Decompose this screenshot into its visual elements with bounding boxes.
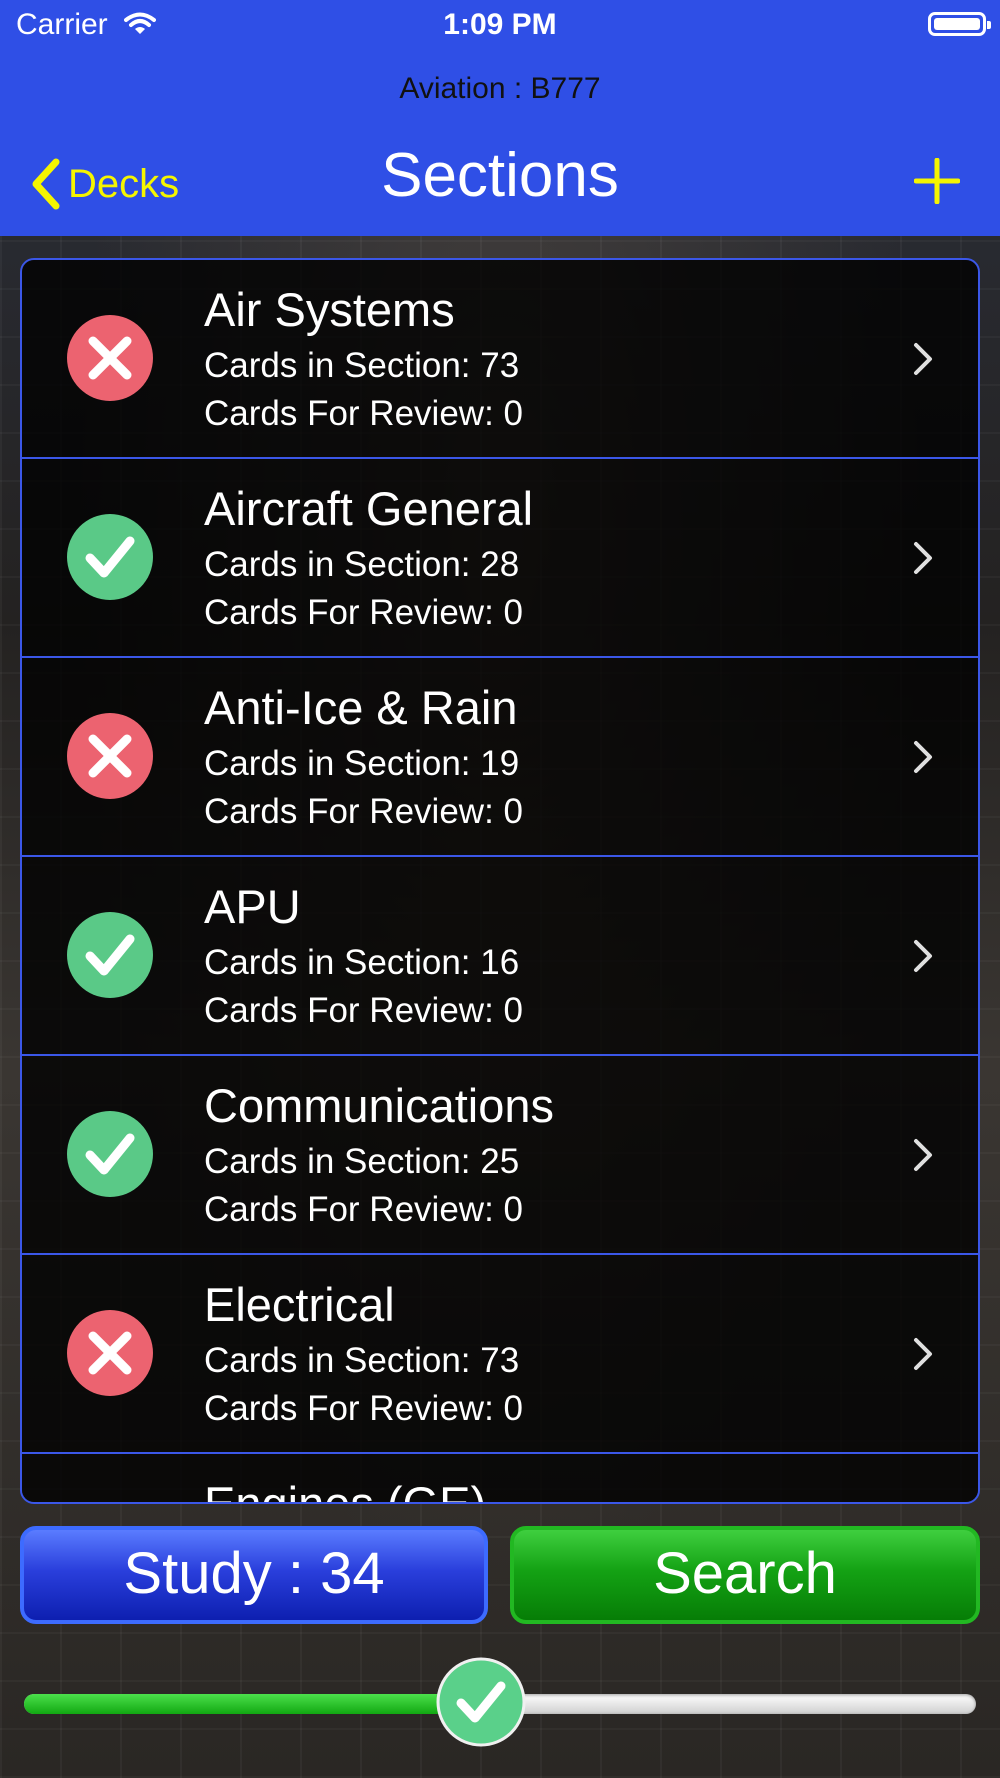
navigation-header: Carrier 1:09 PM Aviation : B777 Decks Se… xyxy=(0,0,1000,236)
check-circle-icon xyxy=(67,912,153,998)
clock: 1:09 PM xyxy=(443,8,557,41)
slider-fill xyxy=(24,1694,481,1714)
section-row[interactable]: Anti-Ice & Rain Cards in Section: 19 Cards… xyxy=(22,658,978,857)
slider-thumb-check-icon[interactable] xyxy=(435,1656,527,1748)
cards-for-review: Cards For Review: 0 xyxy=(204,792,523,831)
page-title: Sections xyxy=(381,141,619,210)
chevron-right-icon xyxy=(914,741,932,773)
cards-for-review: Cards For Review: 0 xyxy=(204,593,523,632)
chevron-right-icon xyxy=(914,940,932,972)
section-row[interactable]: Electrical Cards in Section: 73 Cards For … xyxy=(22,1255,978,1454)
section-title: Aircraft General xyxy=(204,482,534,535)
add-icon[interactable] xyxy=(914,158,960,204)
section-title: Anti-Ice & Rain xyxy=(204,681,518,734)
chevron-right-icon xyxy=(914,542,932,574)
chevron-right-icon xyxy=(914,1139,932,1171)
cards-for-review: Cards For Review: 0 xyxy=(204,1190,523,1229)
status-bar: Carrier 1:09 PM xyxy=(0,0,1000,54)
cards-in-section: Cards in Section: 73 xyxy=(204,346,520,385)
check-circle-icon xyxy=(67,1111,153,1197)
section-title: Communications xyxy=(204,1079,555,1132)
battery-icon xyxy=(928,12,991,36)
study-button[interactable]: Study : 34 xyxy=(20,1526,488,1624)
cards-in-section: Cards in Section: 16 xyxy=(204,943,520,982)
section-title: Engines (GE) xyxy=(204,1477,487,1504)
section-row[interactable]: Engines (GE) xyxy=(22,1454,978,1504)
search-button[interactable]: Search xyxy=(510,1526,980,1624)
section-title: Electrical xyxy=(204,1278,395,1331)
section-row[interactable]: APU Cards in Section: 16 Cards For Review:… xyxy=(22,857,978,1056)
cards-in-section: Cards in Section: 28 xyxy=(204,545,520,584)
section-title: Air Systems xyxy=(204,283,455,336)
cards-for-review: Cards For Review: 0 xyxy=(204,1389,523,1428)
cards-for-review: Cards For Review: 0 xyxy=(204,991,523,1030)
chevron-right-icon xyxy=(914,343,932,375)
cards-in-section: Cards in Section: 25 xyxy=(204,1142,520,1181)
x-circle-icon xyxy=(67,1310,153,1396)
section-row[interactable]: Communications Cards in Section: 25 Cards … xyxy=(22,1056,978,1255)
section-title: APU xyxy=(204,880,301,933)
cards-in-section: Cards in Section: 73 xyxy=(204,1341,520,1380)
cards-in-section: Cards in Section: 19 xyxy=(204,744,520,783)
cards-for-review: Cards For Review: 0 xyxy=(204,394,523,433)
deck-name: Aviation : B777 xyxy=(399,72,601,105)
x-circle-icon xyxy=(67,713,153,799)
section-row[interactable]: Air Systems Cards in Section: 73 Cards For… xyxy=(22,260,978,459)
check-circle-icon xyxy=(67,514,153,600)
chevron-right-icon xyxy=(914,1338,932,1370)
x-circle-icon xyxy=(67,315,153,401)
sections-list[interactable]: Air Systems Cards in Section: 73 Cards For… xyxy=(20,258,980,1504)
section-row[interactable]: Aircraft General Cards in Section: 28 Card… xyxy=(22,459,978,658)
